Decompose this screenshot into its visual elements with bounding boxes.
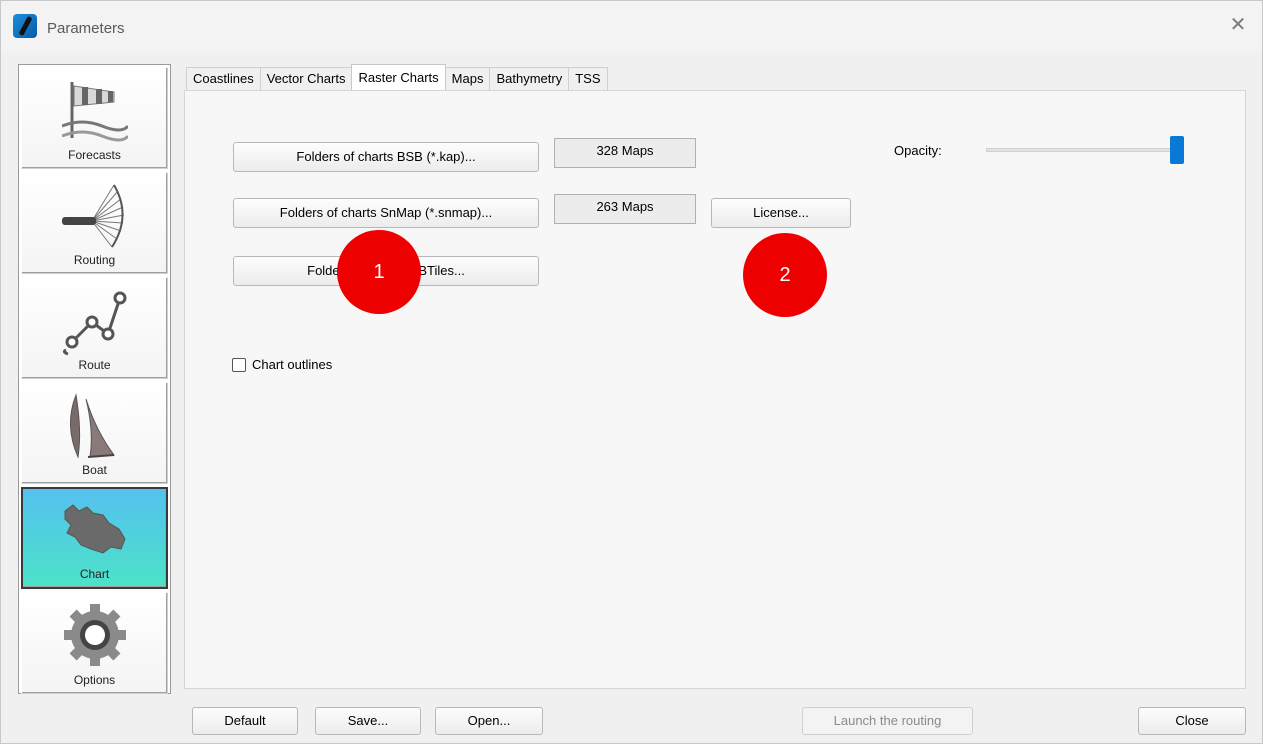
opacity-slider-thumb[interactable] <box>1170 136 1184 164</box>
launch-routing-button: Launch the routing <box>802 707 973 735</box>
title-bar: Parameters ✕ <box>1 1 1262 53</box>
app-icon <box>13 14 37 38</box>
route-icon <box>62 291 127 356</box>
sidebar-item-boat[interactable]: Boat <box>21 382 168 484</box>
sidebar-item-options[interactable]: Options <box>21 592 168 694</box>
raster-charts-panel <box>184 90 1246 689</box>
license-button[interactable]: License... <box>711 198 851 228</box>
bsb-folders-button[interactable]: Folders of charts BSB (*.kap)... <box>233 142 539 172</box>
snmap-folders-button[interactable]: Folders of charts SnMap (*.snmap)... <box>233 198 539 228</box>
tab-bar: Coastlines Vector Charts Raster Charts M… <box>186 64 608 91</box>
opacity-label: Opacity: <box>894 143 942 158</box>
chart-map-icon <box>64 504 126 554</box>
sidebar-item-label: Boat <box>82 463 107 477</box>
sidebar-item-label: Routing <box>73 253 116 267</box>
close-window-icon[interactable]: ✕ <box>1228 15 1248 35</box>
tab-bathymetry[interactable]: Bathymetry <box>489 67 570 91</box>
parameters-window: Parameters ✕ Forecasts Routing Route Boa… <box>0 0 1263 744</box>
annotation-marker-2: 2 <box>743 233 827 317</box>
sidebar-item-label: Route <box>78 358 111 372</box>
opacity-slider-track[interactable] <box>986 148 1184 152</box>
close-button[interactable]: Close <box>1138 707 1246 735</box>
snmap-count-field: 263 Maps <box>554 194 696 224</box>
gear-icon <box>64 604 126 666</box>
open-button[interactable]: Open... <box>435 707 543 735</box>
window-title: Parameters <box>47 20 125 37</box>
bsb-count-field: 328 Maps <box>554 138 696 168</box>
tab-maps[interactable]: Maps <box>444 67 491 91</box>
sidebar-item-chart[interactable]: Chart <box>21 487 168 589</box>
tab-vector-charts[interactable]: Vector Charts <box>259 67 353 91</box>
tab-tss[interactable]: TSS <box>568 67 608 91</box>
sidebar-item-label: Forecasts <box>68 148 121 162</box>
chart-outlines-label: Chart outlines <box>252 357 333 372</box>
tab-raster-charts[interactable]: Raster Charts <box>351 64 446 90</box>
sidebar-item-routing[interactable]: Routing <box>21 172 168 274</box>
default-button[interactable]: Default <box>192 707 298 735</box>
windsock-icon <box>62 82 128 142</box>
sidebar-item-route[interactable]: Route <box>21 277 168 379</box>
annotation-marker-1: 1 <box>337 230 421 314</box>
sidebar-item-forecasts[interactable]: Forecasts <box>21 67 168 169</box>
sidebar: Forecasts Routing Route Boat Chart Optio… <box>18 64 171 694</box>
sidebar-item-label: Options <box>73 673 116 687</box>
fan-routing-icon <box>62 184 125 248</box>
sidebar-item-label: Chart <box>79 567 110 581</box>
tab-coastlines[interactable]: Coastlines <box>186 67 261 91</box>
chart-outlines-checkbox[interactable] <box>232 358 246 372</box>
sails-icon <box>69 393 115 459</box>
save-button[interactable]: Save... <box>315 707 421 735</box>
